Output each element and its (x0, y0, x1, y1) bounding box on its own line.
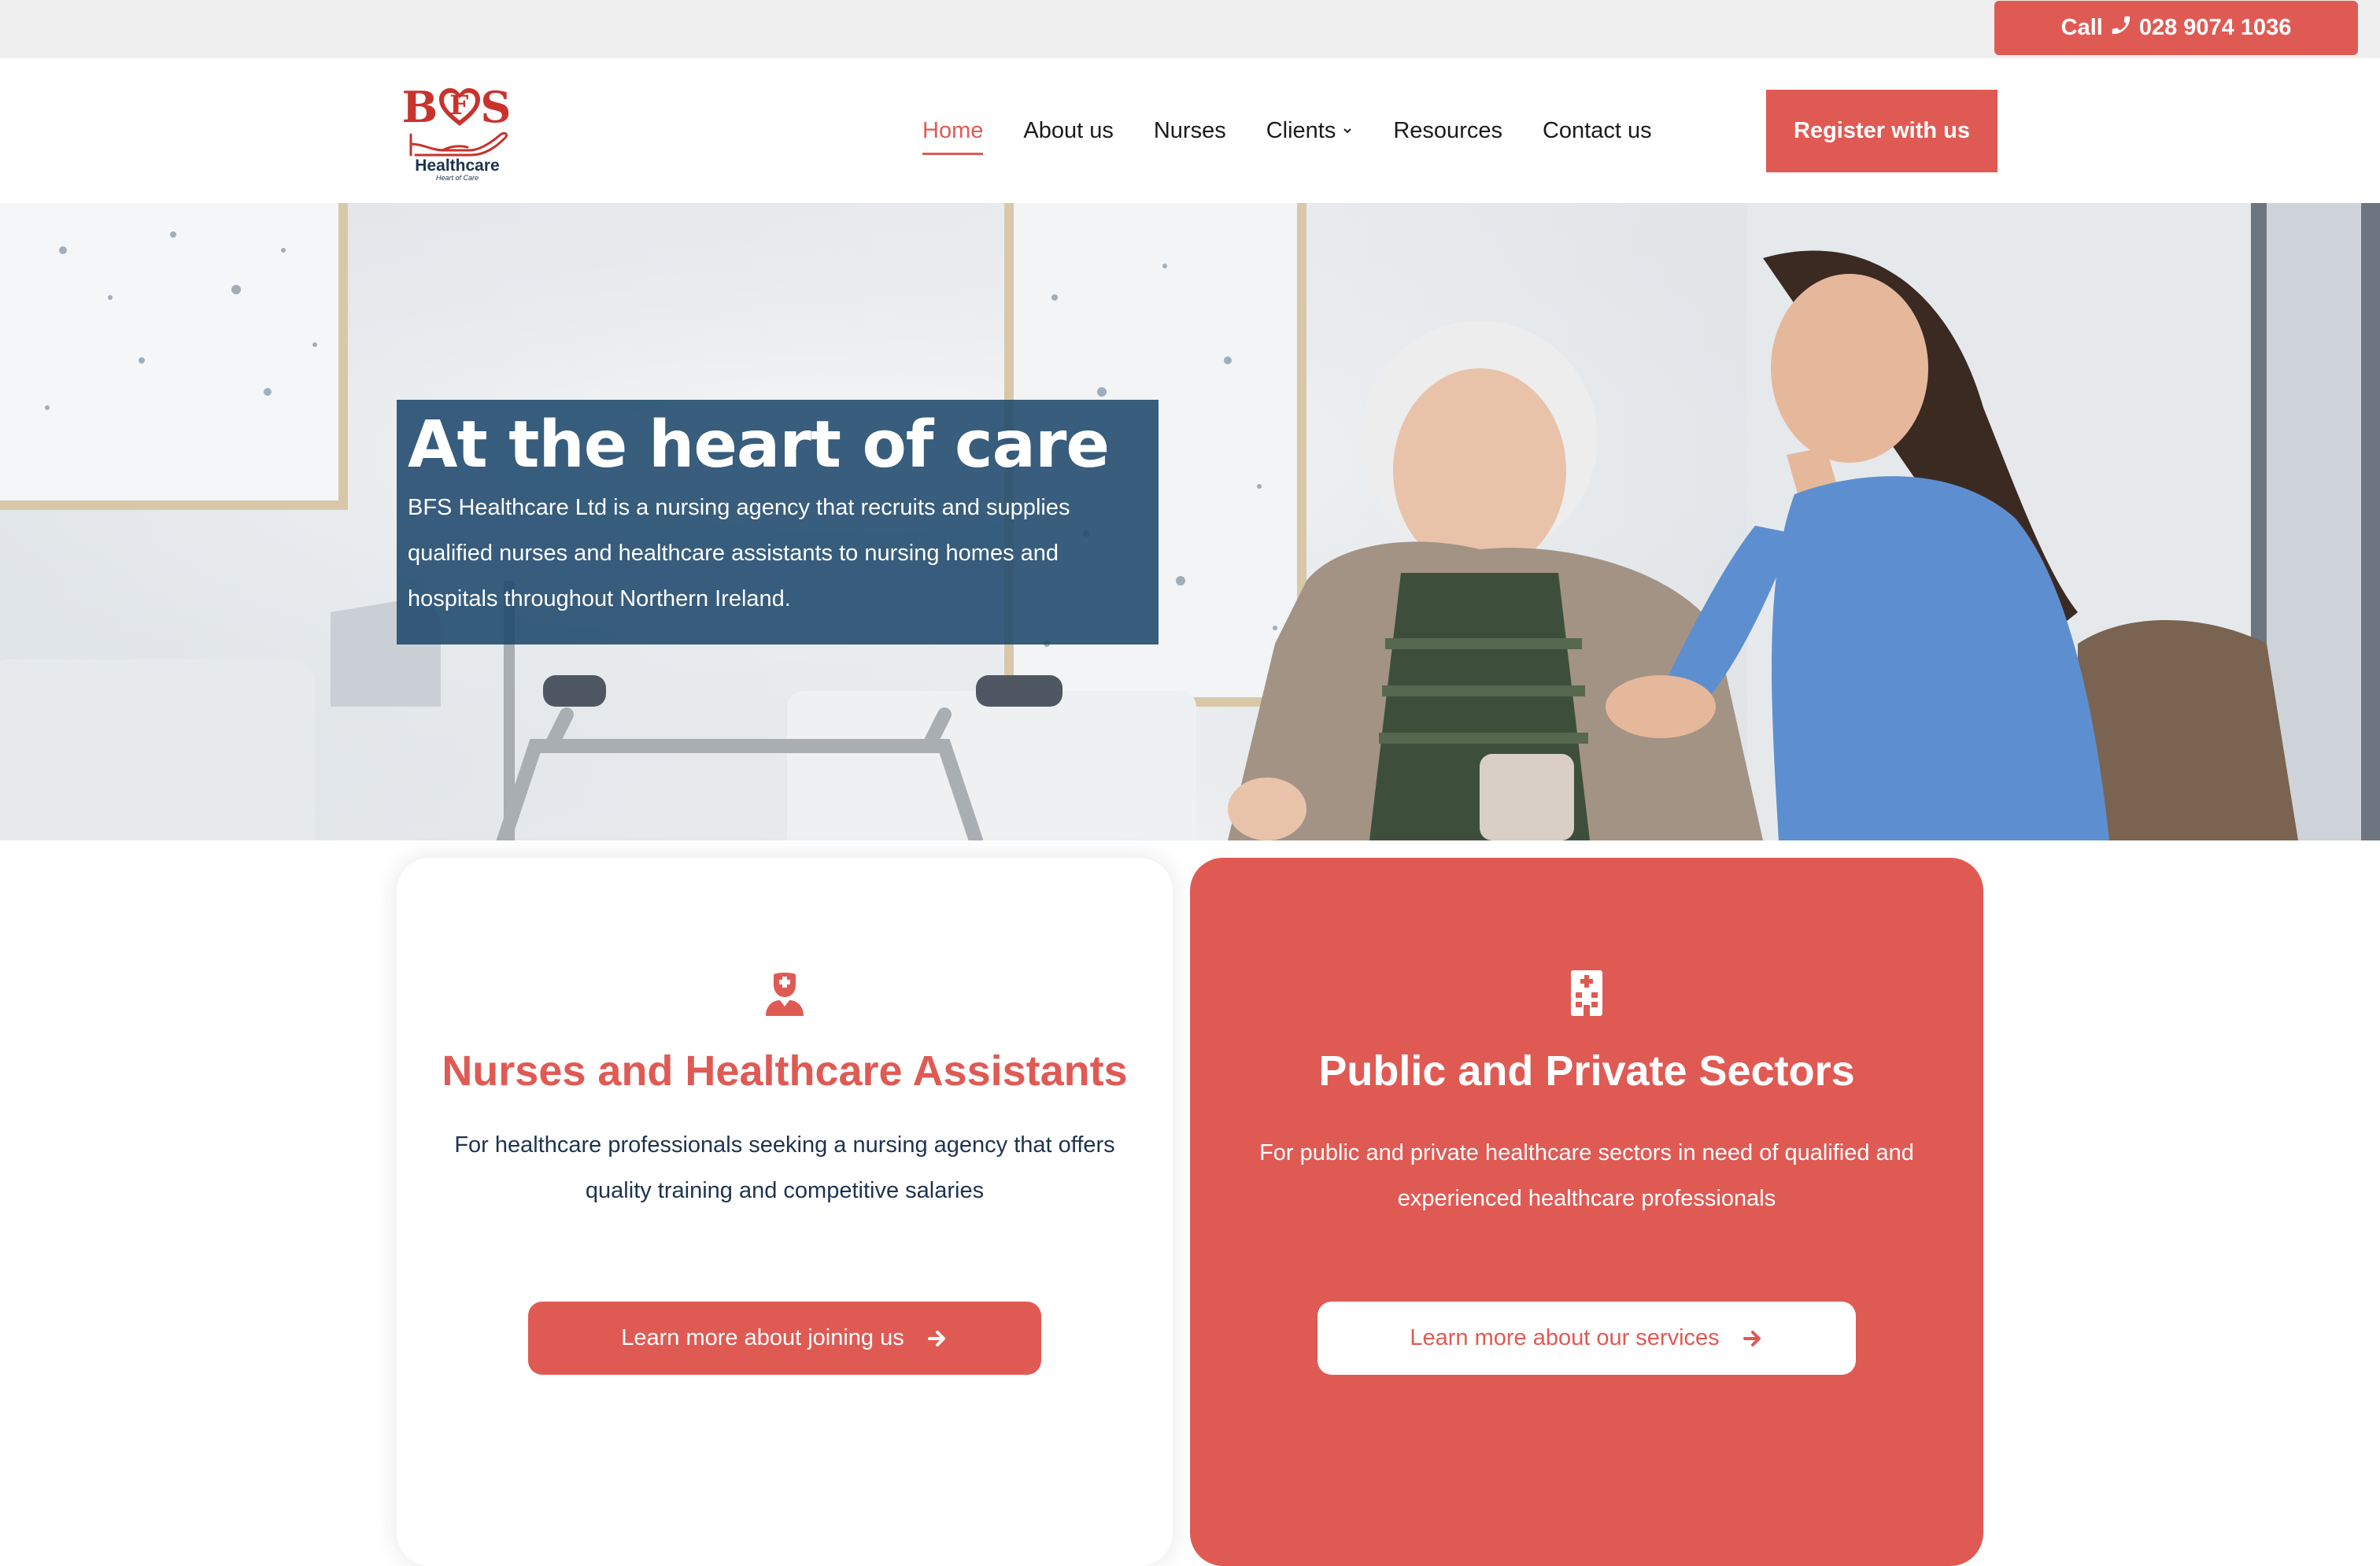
logo-tagline: Heart of Care (435, 174, 479, 182)
nav-contact-us-label: Contact us (1542, 117, 1652, 143)
logo-letter-s: S (480, 82, 513, 132)
nav-about-us[interactable]: About us (1023, 118, 1113, 144)
site-header: B F S Healthcare Heart of Care Home Abou… (0, 58, 2380, 203)
join-us-button-label: Learn more about joining us (621, 1325, 904, 1350)
nav-clients-label: Clients (1266, 117, 1336, 143)
logo-letters: B F S (398, 81, 516, 133)
sectors-card-title: Public and Private Sectors (1318, 1047, 1855, 1095)
join-us-button[interactable]: Learn more about joining us (528, 1302, 1041, 1375)
our-services-button[interactable]: Learn more about our services (1318, 1302, 1856, 1375)
main-nav: Home About us Nurses Clients Resources C… (922, 58, 1692, 203)
logo-letter-b: B (401, 82, 440, 132)
arrow-right-icon (1743, 1330, 1761, 1346)
our-services-button-label: Learn more about our services (1410, 1325, 1720, 1350)
nurse-icon (766, 973, 804, 1016)
nav-resources-label: Resources (1393, 117, 1502, 143)
hero-title: At the heart of care (408, 408, 1110, 482)
call-button[interactable]: Call 028 9074 1036 (1994, 1, 2358, 55)
heart-icon: F (438, 87, 482, 127)
nav-clients[interactable]: Clients (1266, 118, 1354, 144)
register-button[interactable]: Register with us (1766, 90, 1998, 172)
nav-nurses-label: Nurses (1153, 117, 1226, 143)
hero-text-box: At the heart of care BFS Healthcare Ltd … (397, 400, 1159, 644)
top-bar: Call 028 9074 1036 (0, 0, 2380, 58)
hero-description: BFS Healthcare Ltd is a nursing agency t… (408, 495, 1070, 611)
hand-icon (409, 131, 508, 157)
chevron-down-icon (1343, 128, 1352, 134)
nav-home-label: Home (922, 117, 984, 143)
logo[interactable]: B F S Healthcare Heart of Care (398, 81, 516, 183)
logo-name: Healthcare (415, 157, 500, 175)
call-label: Call (2060, 15, 2103, 40)
nav-home[interactable]: Home (922, 117, 984, 155)
nurses-card: Nurses and Healthcare Assistants For hea… (397, 858, 1173, 1566)
sectors-card: Public and Private Sectors For public an… (1190, 858, 1983, 1566)
hospital-icon (1571, 970, 1602, 1016)
logo-letter-f: F (449, 90, 471, 121)
hero-section: At the heart of care BFS Healthcare Ltd … (0, 203, 2380, 840)
sectors-card-text: For public and private healthcare sector… (1259, 1140, 1914, 1211)
nav-resources[interactable]: Resources (1393, 118, 1502, 144)
nav-nurses[interactable]: Nurses (1154, 118, 1226, 144)
nurses-card-text: For healthcare professionals seeking a n… (454, 1132, 1115, 1203)
nurses-card-title: Nurses and Healthcare Assistants (442, 1047, 1128, 1095)
nav-contact-us[interactable]: Contact us (1543, 118, 1652, 144)
phone-number: 028 9074 1036 (2138, 15, 2292, 40)
hero-photo (0, 203, 2380, 840)
nav-about-us-label: About us (1023, 117, 1114, 143)
arrow-right-icon (927, 1330, 945, 1346)
phone-icon (2109, 13, 2133, 43)
